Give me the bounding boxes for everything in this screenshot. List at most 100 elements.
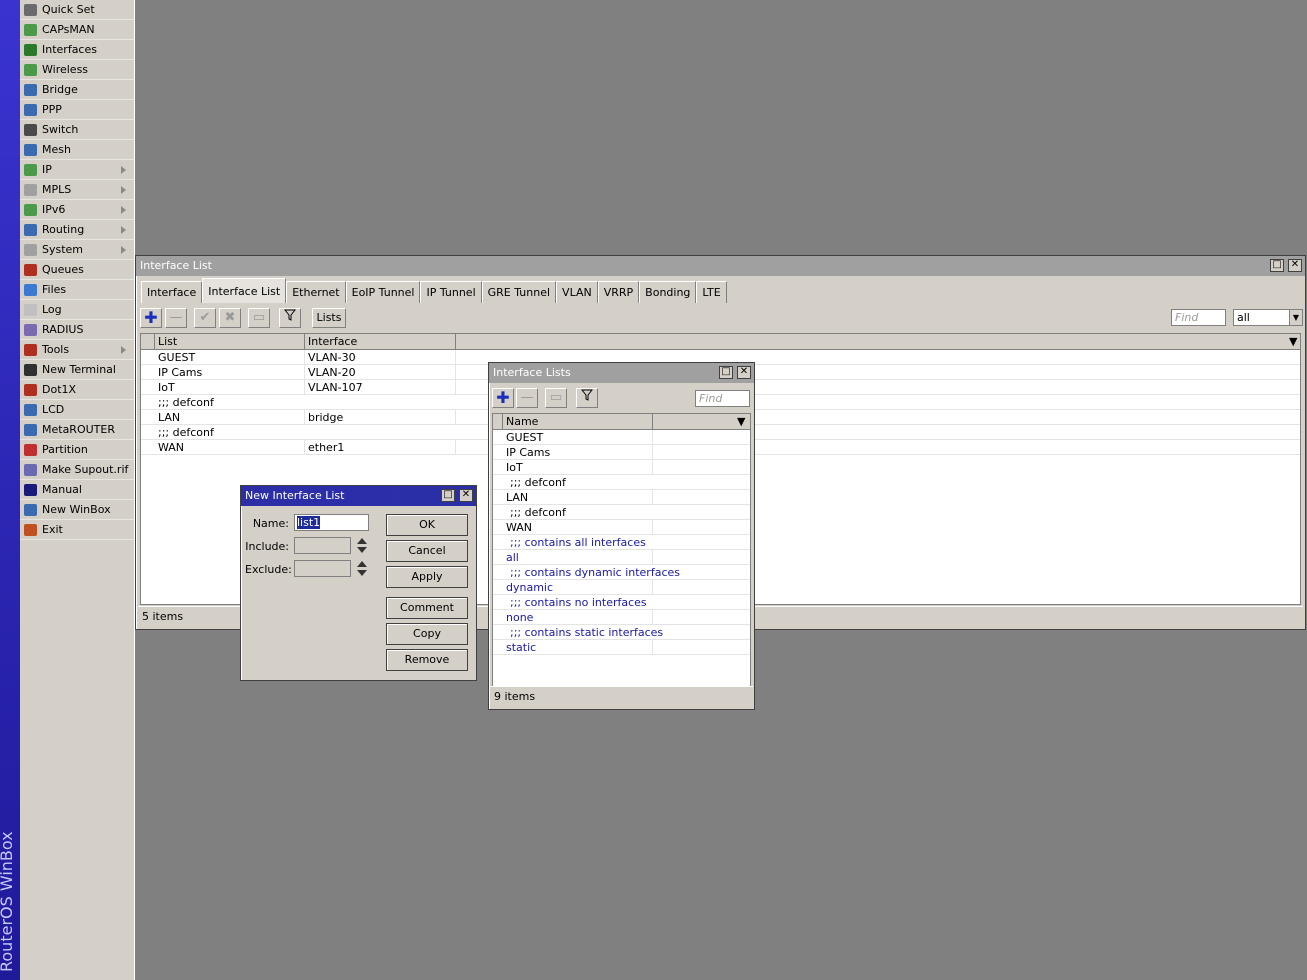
- comment-row[interactable]: ;;; contains all interfaces: [493, 535, 750, 550]
- tab-interface-list[interactable]: Interface List: [202, 278, 287, 303]
- remove-button[interactable]: Remove: [386, 649, 468, 671]
- sidebar-item-quick-set[interactable]: Quick Set: [20, 0, 134, 20]
- sidebar-item-ppp[interactable]: PPP: [20, 100, 134, 120]
- table-row[interactable]: WAN: [493, 520, 750, 535]
- sidebar-item-make-supout-rif[interactable]: Make Supout.rif: [20, 460, 134, 480]
- table-row[interactable]: GUEST: [493, 430, 750, 445]
- table-row[interactable]: static: [493, 640, 750, 655]
- sidebar-item-partition[interactable]: Partition: [20, 440, 134, 460]
- close-icon[interactable]: ✕: [459, 489, 473, 502]
- sidebar-item-log[interactable]: Log: [20, 300, 134, 320]
- sidebar-item-radius[interactable]: RADIUS: [20, 320, 134, 340]
- comment-row[interactable]: ;;; defconf: [493, 475, 750, 490]
- tab-vlan[interactable]: VLAN: [556, 281, 598, 303]
- include-select[interactable]: [294, 537, 351, 554]
- sidebar-item-label: New WinBox: [42, 503, 111, 516]
- dialog-titlebar[interactable]: New Interface List □ ✕: [241, 486, 476, 506]
- copy-button[interactable]: Copy: [386, 623, 468, 645]
- find-input[interactable]: Find: [1171, 309, 1226, 326]
- window-titlebar[interactable]: Interface List □ ✕: [136, 256, 1305, 276]
- table-row[interactable]: LAN: [493, 490, 750, 505]
- sidebar-item-routing[interactable]: Routing: [20, 220, 134, 240]
- find-input[interactable]: Find: [695, 390, 750, 407]
- cancel-button[interactable]: Cancel: [386, 540, 468, 562]
- sidebar-item-capsman[interactable]: CAPsMAN: [20, 20, 134, 40]
- sidebar-item-new-winbox[interactable]: New WinBox: [20, 500, 134, 520]
- chevron-down-icon[interactable]: ▼: [1289, 309, 1303, 326]
- tab-eoip-tunnel[interactable]: EoIP Tunnel: [345, 281, 421, 303]
- comment-row[interactable]: ;;; contains dynamic interfaces: [493, 565, 750, 580]
- lcd-icon: [24, 404, 37, 416]
- sidebar-item-wireless[interactable]: Wireless: [20, 60, 134, 80]
- tab-vrrp[interactable]: VRRP: [597, 281, 640, 303]
- sidebar-item-files[interactable]: Files: [20, 280, 134, 300]
- interface-lists-window: Interface Lists □ ✕ ✚ — ▭ Find Name ▼ GU…: [488, 362, 755, 710]
- filter-select[interactable]: all ▼: [1233, 309, 1303, 326]
- tab-ip-tunnel[interactable]: IP Tunnel: [420, 281, 482, 303]
- close-icon[interactable]: ✕: [1288, 259, 1302, 272]
- name-input[interactable]: list1: [294, 514, 369, 531]
- comment-button[interactable]: ▭: [545, 388, 567, 408]
- add-button[interactable]: ✚: [492, 388, 514, 408]
- comment-row[interactable]: ;;; defconf: [493, 505, 750, 520]
- tab-interface[interactable]: Interface: [141, 281, 203, 303]
- lists-button[interactable]: Lists: [312, 308, 346, 328]
- table-row[interactable]: none: [493, 610, 750, 625]
- maximize-icon[interactable]: □: [441, 489, 455, 502]
- exclude-updown-icon[interactable]: [357, 561, 367, 577]
- sidebar-item-ip[interactable]: IP: [20, 160, 134, 180]
- maximize-icon[interactable]: □: [719, 366, 733, 379]
- ok-button[interactable]: OK: [386, 514, 468, 536]
- column-menu-icon[interactable]: ▼: [1286, 334, 1300, 350]
- sidebar-item-new-terminal[interactable]: New Terminal: [20, 360, 134, 380]
- sidebar-item-metarouter[interactable]: MetaROUTER: [20, 420, 134, 440]
- window-title: Interface List: [140, 259, 212, 272]
- new-interface-list-dialog: New Interface List □ ✕ Name: list1 Inclu…: [240, 485, 477, 681]
- filter-button[interactable]: [576, 388, 598, 408]
- cell-interface: bridge: [305, 410, 456, 425]
- apply-button[interactable]: Apply: [386, 566, 468, 588]
- comment-row[interactable]: ;;; contains no interfaces: [493, 595, 750, 610]
- sidebar-item-lcd[interactable]: LCD: [20, 400, 134, 420]
- window-titlebar[interactable]: Interface Lists □ ✕: [489, 363, 754, 383]
- sidebar-item-mesh[interactable]: Mesh: [20, 140, 134, 160]
- table-row[interactable]: dynamic: [493, 580, 750, 595]
- column-header-name[interactable]: Name: [503, 414, 653, 430]
- sidebar-item-switch[interactable]: Switch: [20, 120, 134, 140]
- exclude-select[interactable]: [294, 560, 351, 577]
- table-row[interactable]: IoT: [493, 460, 750, 475]
- remove-button[interactable]: —: [165, 308, 187, 328]
- sidebar-item-queues[interactable]: Queues: [20, 260, 134, 280]
- tab-bonding[interactable]: Bonding: [639, 281, 697, 303]
- submenu-arrow-icon: [121, 226, 126, 234]
- sidebar-item-bridge[interactable]: Bridge: [20, 80, 134, 100]
- filter-button[interactable]: [279, 308, 301, 328]
- comment-button[interactable]: ▭: [248, 308, 270, 328]
- sidebar-item-ipv6[interactable]: IPv6: [20, 200, 134, 220]
- table-row[interactable]: all: [493, 550, 750, 565]
- enable-button[interactable]: ✔: [194, 308, 216, 328]
- column-header-interface[interactable]: Interface: [305, 334, 456, 350]
- sidebar-item-tools[interactable]: Tools: [20, 340, 134, 360]
- sidebar-item-system[interactable]: System: [20, 240, 134, 260]
- column-menu-icon[interactable]: ▼: [734, 414, 750, 430]
- include-updown-icon[interactable]: [357, 538, 367, 554]
- remove-button[interactable]: —: [516, 388, 538, 408]
- table-row[interactable]: IP Cams: [493, 445, 750, 460]
- tab-ethernet[interactable]: Ethernet: [286, 281, 346, 303]
- sidebar-item-exit[interactable]: Exit: [20, 520, 134, 540]
- sidebar-item-mpls[interactable]: MPLS: [20, 180, 134, 200]
- cell-interface: VLAN-30: [305, 350, 456, 365]
- comment-button[interactable]: Comment: [386, 597, 468, 619]
- sidebar-item-dot1x[interactable]: Dot1X: [20, 380, 134, 400]
- sidebar-item-interfaces[interactable]: Interfaces: [20, 40, 134, 60]
- maximize-icon[interactable]: □: [1270, 259, 1284, 272]
- tab-gre-tunnel[interactable]: GRE Tunnel: [481, 281, 557, 303]
- column-header-list[interactable]: List: [155, 334, 305, 350]
- sidebar-item-manual[interactable]: Manual: [20, 480, 134, 500]
- disable-button[interactable]: ✖: [219, 308, 241, 328]
- add-button[interactable]: ✚: [140, 308, 162, 328]
- close-icon[interactable]: ✕: [737, 366, 751, 379]
- comment-row[interactable]: ;;; contains static interfaces: [493, 625, 750, 640]
- tab-lte[interactable]: LTE: [696, 281, 727, 303]
